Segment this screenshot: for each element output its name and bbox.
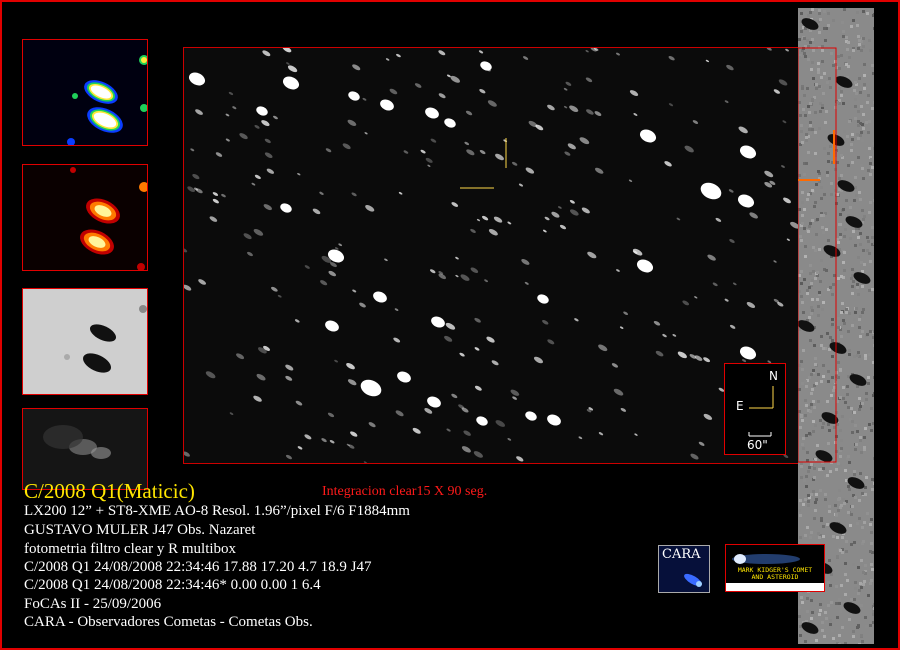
info-line-equipment: LX200 12” + ST8-XME AO-8 Resol. 1.96”/pi… <box>24 503 410 519</box>
kidger-logo-text: MARK KIDGER'S COMET AND ASTEROID <box>737 566 813 582</box>
thumb-processed <box>22 408 148 490</box>
integration-subtitle: Integracion clear15 X 90 seg. <box>322 484 488 499</box>
kidger-logo: MARK KIDGER'S COMET AND ASTEROID <box>725 544 825 592</box>
info-line-software: FoCAs II - 25/09/2006 <box>24 596 162 612</box>
star-field-image <box>183 47 801 464</box>
info-line-measurement-1: C/2008 Q1 24/08/2008 22:34:46 17.88 17.2… <box>24 559 372 575</box>
info-line-observer: GUSTAVO MULER J47 Obs. Nazaret <box>24 522 256 538</box>
comet-title: C/2008 Q1(Maticic) <box>24 479 195 503</box>
compass-east-label: E <box>736 399 744 413</box>
orientation-compass: N E 60" <box>724 363 786 455</box>
info-line-photometry: fotometria filtro clear y R multibox <box>24 541 237 557</box>
info-line-measurement-2: C/2008 Q1 24/08/2008 22:34:46* 0.00 0.00… <box>24 577 321 593</box>
info-line-credits: CARA - Observadores Cometas - Cometas Ob… <box>24 614 313 630</box>
compass-scale-label: 60" <box>747 438 768 452</box>
cara-logo: CARA <box>658 545 710 593</box>
thumb-false-color-red <box>22 164 148 271</box>
thumb-false-color-blue <box>22 39 148 146</box>
thumb-negative <box>22 288 148 395</box>
cara-logo-text: CARA <box>662 547 701 562</box>
compass-north-label: N <box>769 369 778 383</box>
